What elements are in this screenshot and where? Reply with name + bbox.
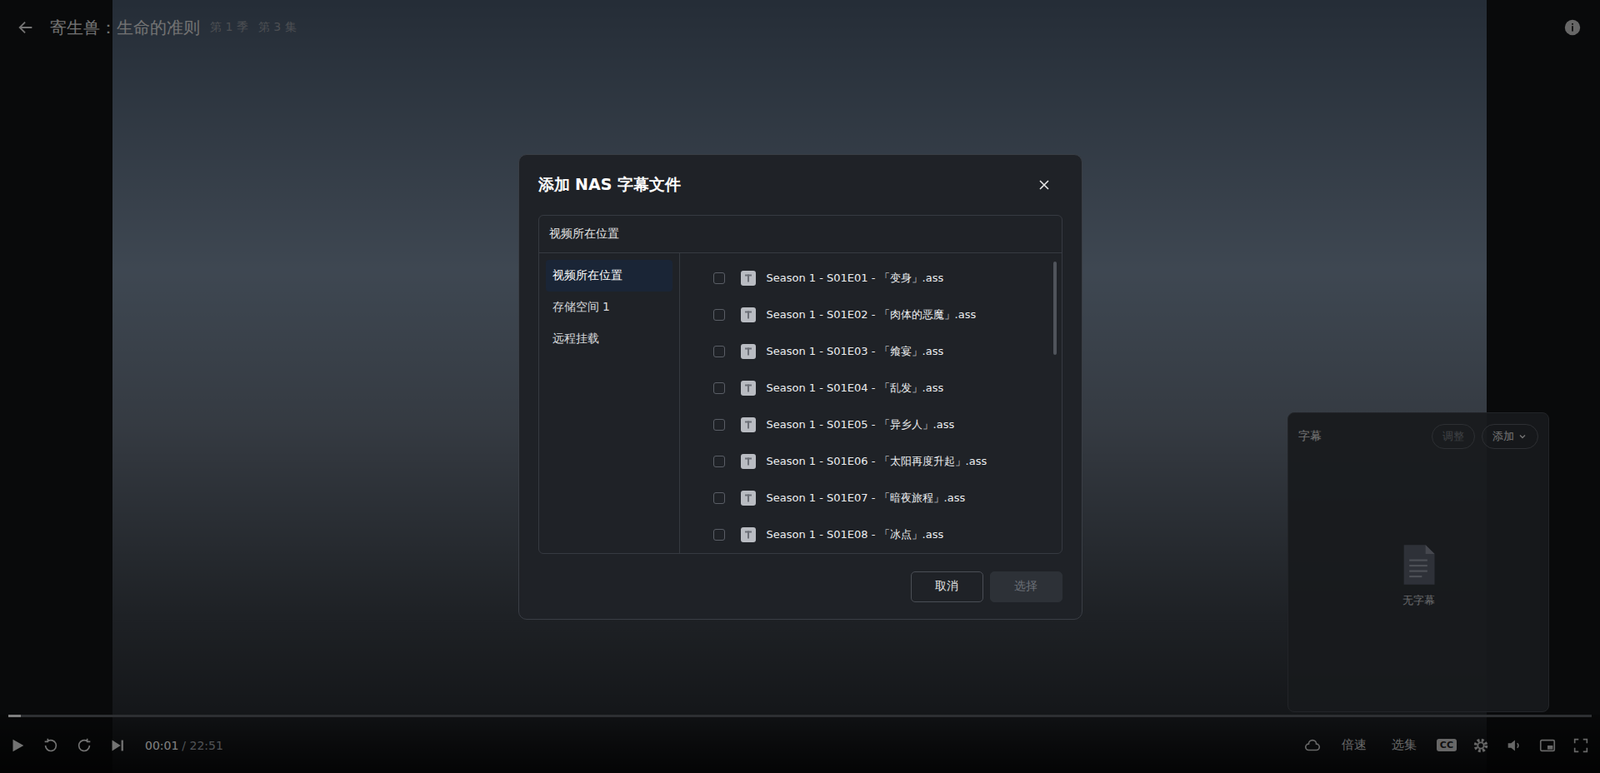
subtitle-file-icon — [740, 306, 757, 324]
file-checkbox[interactable] — [713, 455, 725, 468]
file-name: Season 1 - S01E07 - 「暗夜旅程」.ass — [766, 490, 966, 506]
subtitle-file-icon — [740, 270, 757, 287]
subtitle-file-icon — [740, 343, 757, 360]
file-name: Season 1 - S01E08 - 「冰点」.ass — [766, 527, 945, 543]
dialog-title: 添加 NAS 字幕文件 — [538, 174, 682, 196]
file-row[interactable]: Season 1 - S01E07 - 「暗夜旅程」.ass — [713, 480, 1062, 517]
file-browser: 视频所在位置视频所在位置存储空间 1远程挂载Season 1 - S01E01 … — [538, 215, 1063, 555]
file-row[interactable]: Season 1 - S01E05 - 「异乡人」.ass — [713, 406, 1062, 444]
subtitle-file-icon — [740, 416, 757, 434]
file-row[interactable]: Season 1 - S01E06 - 「太阳再度升起」.ass — [713, 443, 1062, 480]
file-row[interactable]: Season 1 - S01E01 - 「变身」.ass — [713, 260, 1062, 297]
subtitle-dialog: 添加 NAS 字幕文件视频所在位置视频所在位置存储空间 1远程挂载Season … — [518, 154, 1083, 620]
location-header: 视频所在位置 — [539, 215, 1062, 254]
file-name: Season 1 - S01E05 - 「异乡人」.ass — [766, 417, 955, 433]
file-row[interactable]: Season 1 - S01E03 - 「飨宴」.ass — [713, 333, 1062, 370]
file-name: Season 1 - S01E03 - 「飨宴」.ass — [766, 344, 945, 360]
sidebar-item[interactable]: 视频所在位置 — [545, 260, 673, 292]
file-checkbox[interactable] — [713, 309, 725, 321]
sidebar-item[interactable]: 远程挂载 — [545, 323, 673, 355]
subtitle-file-icon — [740, 380, 757, 397]
video-player: 寄生兽：生命的准则第 1 季第 3 集00:01/ 22:51倍速选集CC字幕调… — [0, 0, 1600, 773]
file-name: Season 1 - S01E02 - 「肉体的恶魔」.ass — [766, 307, 977, 323]
file-row[interactable]: Season 1 - S01E08 - 「冰点」.ass — [713, 516, 1062, 554]
scrollbar-thumb[interactable] — [1053, 261, 1057, 355]
file-checkbox[interactable] — [713, 272, 725, 285]
close-icon[interactable] — [1037, 178, 1051, 192]
dialog-button: 选择 — [990, 571, 1063, 603]
subtitle-file-icon — [740, 490, 757, 507]
file-row[interactable]: Season 1 - S01E04 - 「乱发」.ass — [713, 370, 1062, 407]
subtitle-file-icon — [740, 453, 757, 470]
file-list: Season 1 - S01E01 - 「变身」.ass Season 1 - S… — [680, 253, 1062, 554]
dialog-button[interactable]: 取消 — [910, 571, 984, 603]
subtitle-file-icon — [740, 526, 757, 544]
location-sidebar: 视频所在位置存储空间 1远程挂载 — [539, 253, 680, 554]
file-checkbox[interactable] — [713, 345, 725, 358]
file-row[interactable]: Season 1 - S01E02 - 「肉体的恶魔」.ass — [713, 296, 1062, 334]
file-name: Season 1 - S01E04 - 「乱发」.ass — [766, 380, 945, 396]
file-checkbox[interactable] — [713, 419, 725, 431]
modal-backdrop: 添加 NAS 字幕文件视频所在位置视频所在位置存储空间 1远程挂载Season … — [0, 0, 1600, 773]
file-name: Season 1 - S01E06 - 「太阳再度升起」.ass — [766, 454, 988, 470]
sidebar-item[interactable]: 存储空间 1 — [545, 291, 673, 324]
file-name: Season 1 - S01E01 - 「变身」.ass — [766, 270, 945, 286]
file-checkbox[interactable] — [713, 529, 725, 541]
file-checkbox[interactable] — [713, 382, 725, 395]
file-checkbox[interactable] — [713, 492, 725, 505]
